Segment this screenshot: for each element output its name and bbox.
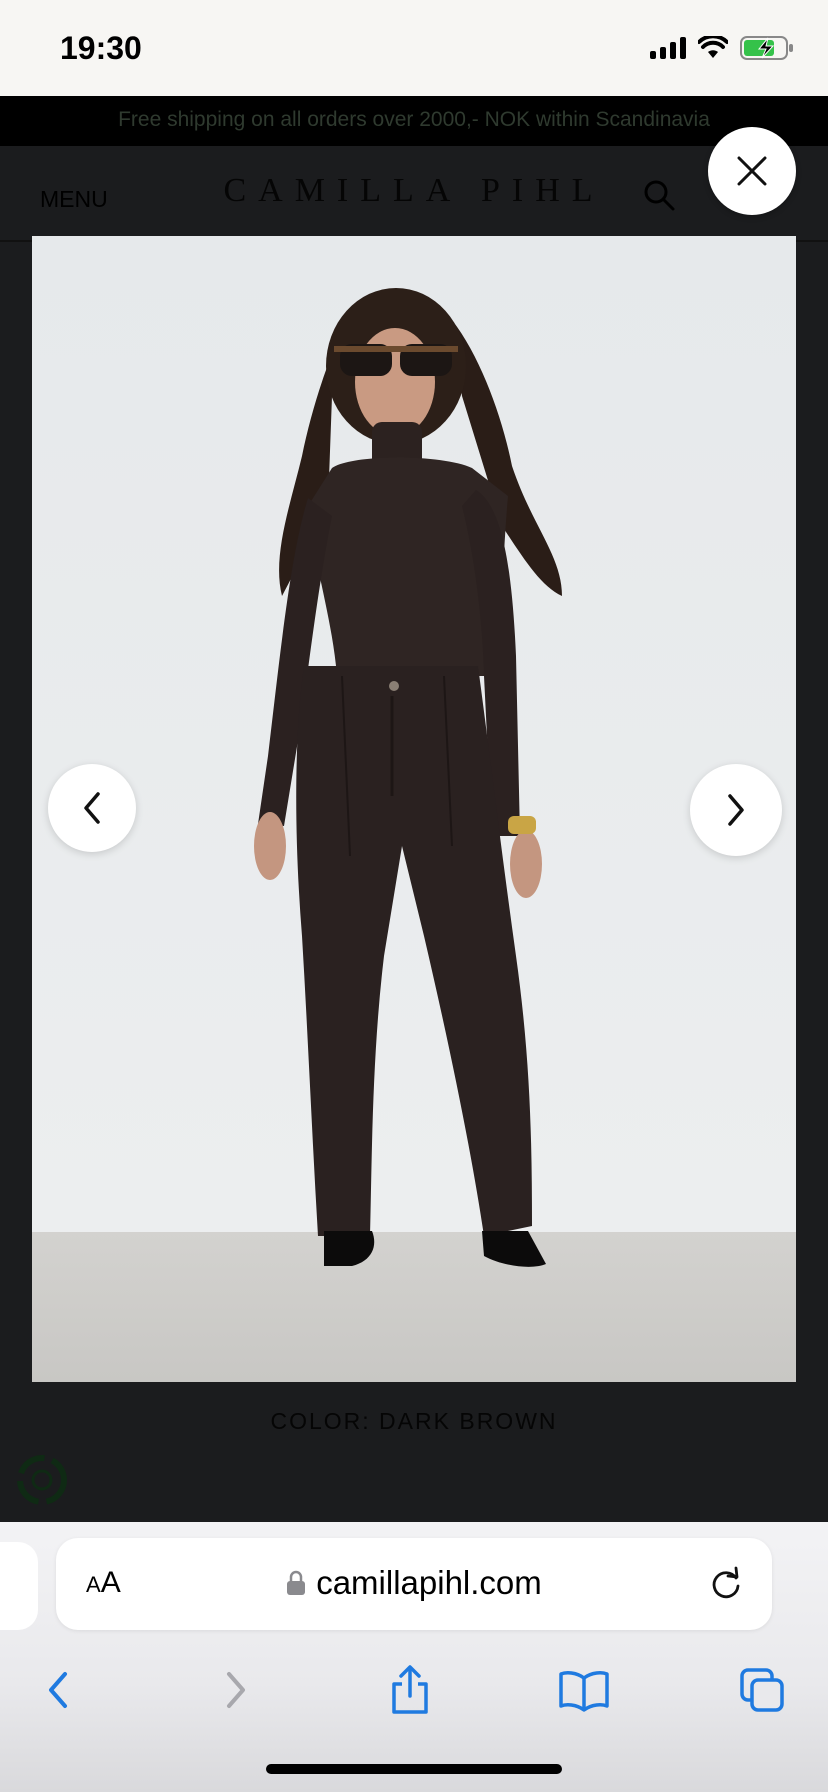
battery-charging-icon	[740, 36, 793, 60]
share-icon	[392, 1665, 428, 1714]
status-icons	[650, 34, 794, 62]
url-text: camillapihl.com	[316, 1564, 542, 1601]
previous-image-button[interactable]	[48, 764, 136, 852]
brand-logo[interactable]: CAMILLA PIHL	[0, 172, 828, 210]
forward-button[interactable]	[206, 1660, 266, 1720]
next-image-button[interactable]	[690, 764, 782, 856]
color-label: COLOR: DARK BROWN	[270, 1408, 558, 1434]
search-icon[interactable]	[640, 176, 680, 216]
bookmarks-icon	[559, 1671, 609, 1712]
share-button[interactable]	[380, 1660, 440, 1720]
chevron-right-icon	[728, 794, 744, 826]
status-time: 19:30	[60, 30, 142, 66]
previous-tab-edge[interactable]	[0, 1542, 38, 1630]
forward-icon	[227, 1672, 245, 1708]
cellular-signal-icon	[650, 37, 686, 59]
page: 19:30 Free shipping on all orders over 2…	[0, 0, 828, 1792]
reload-icon[interactable]	[706, 1564, 746, 1604]
back-icon	[49, 1672, 67, 1708]
tabs-icon	[740, 1668, 784, 1712]
product-photo	[32, 236, 796, 1382]
wifi-icon	[698, 36, 728, 58]
status-bar: 19:30	[0, 0, 828, 96]
safari-bottom-bar: AA camillapihl.com	[0, 1522, 828, 1792]
close-icon	[737, 156, 767, 186]
tabs-button[interactable]	[732, 1660, 792, 1720]
shipping-banner: Free shipping on all orders over 2000,- …	[0, 96, 828, 146]
safari-toolbar	[0, 1640, 828, 1740]
eco-badge-icon[interactable]	[14, 1452, 70, 1508]
chevron-left-icon	[84, 792, 100, 824]
close-button[interactable]	[708, 127, 796, 215]
address-bar[interactable]: AA camillapihl.com	[56, 1538, 772, 1630]
url-display[interactable]: camillapihl.com	[56, 1564, 772, 1602]
product-image[interactable]	[32, 236, 796, 1382]
site-header: MENU CAMILLA PIHL	[0, 146, 828, 242]
lock-icon	[287, 1570, 306, 1595]
back-button[interactable]	[28, 1660, 88, 1720]
home-indicator[interactable]	[266, 1764, 562, 1774]
bookmarks-button[interactable]	[554, 1660, 614, 1720]
